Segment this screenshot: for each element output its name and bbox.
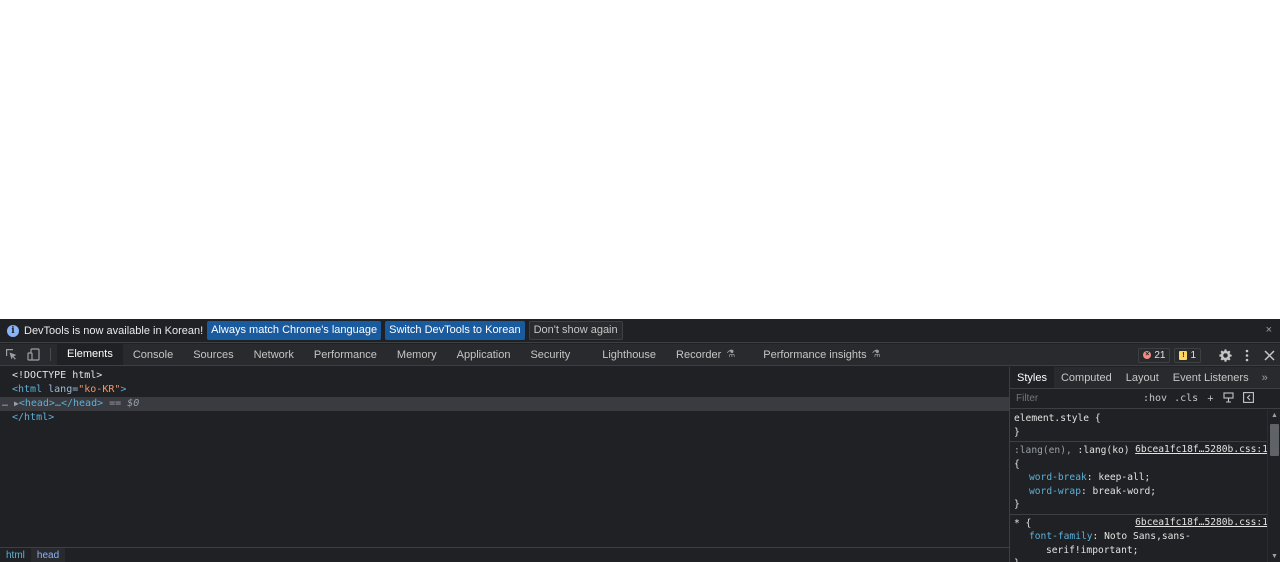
styles-filterbar: :hov .cls +	[1010, 389, 1280, 409]
property-name: font-family	[1029, 531, 1093, 542]
info-icon: i	[7, 324, 19, 337]
selected-marker: ==	[103, 398, 128, 409]
rule-selector[interactable]: element.style {	[1014, 412, 1268, 426]
rule-element-style: element.style { }	[1010, 410, 1268, 442]
html-close-tag: </html>	[12, 412, 55, 423]
tab-performance-insights[interactable]: Performance insights ⚗	[753, 344, 890, 365]
breadcrumb-head[interactable]: head	[30, 547, 66, 562]
selected-var: $0	[127, 398, 140, 409]
close-devtools-icon[interactable]	[1258, 344, 1280, 366]
tab-elements[interactable]: Elements	[57, 344, 123, 365]
switch-to-korean-button[interactable]: Switch DevTools to Korean	[385, 321, 525, 340]
node-actions-icon[interactable]: …	[2, 397, 8, 411]
close-icon[interactable]: ×	[1266, 324, 1272, 336]
property-value: : break-word;	[1080, 485, 1157, 497]
gear-icon[interactable]	[1214, 344, 1236, 366]
css-declaration[interactable]: word-wrap: break-word;	[1014, 485, 1268, 499]
property-value: : keep-all;	[1086, 472, 1151, 483]
experiment-flask-icon: ⚗	[871, 349, 881, 360]
warning-count-badge[interactable]: ! 1	[1174, 347, 1201, 363]
scroll-up-arrow-icon[interactable]: ▲	[1271, 412, 1278, 419]
language-infobar: i DevTools is now available in Korean! A…	[0, 319, 1280, 343]
rule-source-link[interactable]: 6bcea1fc18f…5280b.css:1	[1135, 517, 1268, 528]
tab-security[interactable]: Security	[520, 344, 592, 365]
sidebar-tabbar: Styles Computed Layout Event Listeners »	[1010, 367, 1280, 389]
rule-close-brace: }	[1014, 426, 1020, 438]
error-icon: ×	[1143, 351, 1152, 359]
tab-lighthouse[interactable]: Lighthouse	[592, 344, 666, 365]
tab-performance-insights-label: Performance insights	[763, 348, 867, 361]
rule-lang: :lang(en), :lang(ko) 6bcea1fc18f…5280b.c…	[1010, 442, 1268, 515]
breadcrumb: html head	[0, 547, 1009, 562]
error-count-badge[interactable]: × 21	[1138, 347, 1171, 363]
warning-count: 1	[1190, 349, 1196, 361]
tab-computed[interactable]: Computed	[1054, 367, 1119, 388]
tab-network[interactable]: Network	[244, 344, 304, 365]
property-value: : Noto Sans,sans-	[1092, 531, 1191, 542]
tab-event-listeners[interactable]: Event Listeners	[1166, 367, 1256, 388]
toggle-sidebar-icon[interactable]	[1242, 391, 1254, 406]
property-name: word-break	[1029, 472, 1087, 483]
device-toolbar-icon[interactable]	[22, 344, 44, 365]
always-match-language-button[interactable]: Always match Chrome's language	[207, 321, 382, 340]
head-tag: <head>…</head>	[18, 398, 104, 409]
property-value-continued: serif!important;	[1046, 544, 1139, 556]
rendering-emulation-icon[interactable]	[1223, 391, 1234, 406]
tab-sources[interactable]: Sources	[183, 344, 243, 365]
property-name: word-wrap	[1029, 485, 1081, 497]
styles-scrollbar[interactable]: ▲ ▼	[1267, 410, 1280, 562]
breadcrumb-html[interactable]: html	[0, 548, 31, 562]
dom-node-html[interactable]: <html lang="ko-KR">	[0, 383, 1009, 397]
hover-state-toggle[interactable]: :hov	[1143, 393, 1167, 404]
toolbar-right: × 21 ! 1	[1138, 344, 1280, 366]
devtools-panel: i DevTools is now available in Korean! A…	[0, 319, 1280, 562]
rule-close-brace: }	[1014, 557, 1268, 562]
css-declaration[interactable]: font-family: Noto Sans,sans-	[1014, 530, 1268, 544]
lang-attr-value: "ko-KR"	[78, 384, 121, 395]
rule-close-brace: }	[1014, 499, 1020, 510]
error-count: 21	[1154, 349, 1166, 361]
html-tag-end: >	[120, 384, 127, 395]
inspect-element-icon[interactable]	[0, 344, 22, 365]
dont-show-again-button[interactable]: Don't show again	[528, 321, 623, 340]
doctype-text: <!DOCTYPE html>	[12, 370, 103, 381]
tab-recorder[interactable]: Recorder ⚗	[666, 344, 753, 365]
tab-styles[interactable]: Styles	[1010, 367, 1054, 388]
class-toggle[interactable]: .cls	[1174, 393, 1198, 404]
tab-layout[interactable]: Layout	[1119, 367, 1166, 388]
rule-open-brace: {	[1014, 458, 1020, 470]
main-tabbar: Elements Console Sources Network Perform…	[0, 344, 1280, 366]
dom-node-head[interactable]: … ▶<head>…</head> == $0	[0, 397, 1009, 411]
tab-console[interactable]: Console	[123, 344, 183, 365]
rule-universal: * { 6bcea1fc18f…5280b.css:1 font-family:…	[1010, 515, 1268, 562]
experiment-flask-icon: ⚗	[726, 349, 736, 360]
more-tabs-chevron-icon[interactable]: »	[1256, 367, 1274, 388]
elements-dom-tree: <!DOCTYPE html> <html lang="ko-KR"> … ▶<…	[0, 367, 1009, 562]
new-rule-plus-icon[interactable]: +	[1207, 393, 1213, 405]
scroll-down-arrow-icon[interactable]: ▼	[1271, 553, 1278, 560]
tab-memory[interactable]: Memory	[387, 344, 447, 365]
tab-application[interactable]: Application	[447, 344, 521, 365]
infobar-message: DevTools is now available in Korean!	[24, 324, 204, 337]
css-declaration[interactable]: word-break: keep-all;	[1014, 471, 1268, 485]
styles-sidebar: Styles Computed Layout Event Listeners »…	[1009, 367, 1280, 562]
html-tag: <html	[12, 384, 43, 395]
selector-matched: :lang(ko)	[1077, 445, 1130, 456]
kebab-menu-icon[interactable]	[1236, 344, 1258, 366]
style-rules-list: element.style { } :lang(en), :lang(ko) 6…	[1010, 410, 1268, 562]
styles-filter-input[interactable]	[1016, 393, 1134, 404]
tab-recorder-label: Recorder	[676, 348, 722, 361]
dom-node-html-close[interactable]: </html>	[0, 411, 1009, 425]
page-viewport	[0, 0, 1280, 319]
toolbar-divider	[50, 348, 51, 361]
lang-attr-name: lang=	[42, 384, 79, 395]
tab-performance[interactable]: Performance	[304, 344, 387, 365]
dom-node-doctype[interactable]: <!DOCTYPE html>	[0, 369, 1009, 383]
scrollbar-thumb[interactable]	[1270, 424, 1279, 456]
warning-icon: !	[1179, 350, 1188, 360]
rule-source-link[interactable]: 6bcea1fc18f…5280b.css:1	[1135, 444, 1268, 455]
selector-unmatched: :lang(en),	[1014, 445, 1078, 456]
